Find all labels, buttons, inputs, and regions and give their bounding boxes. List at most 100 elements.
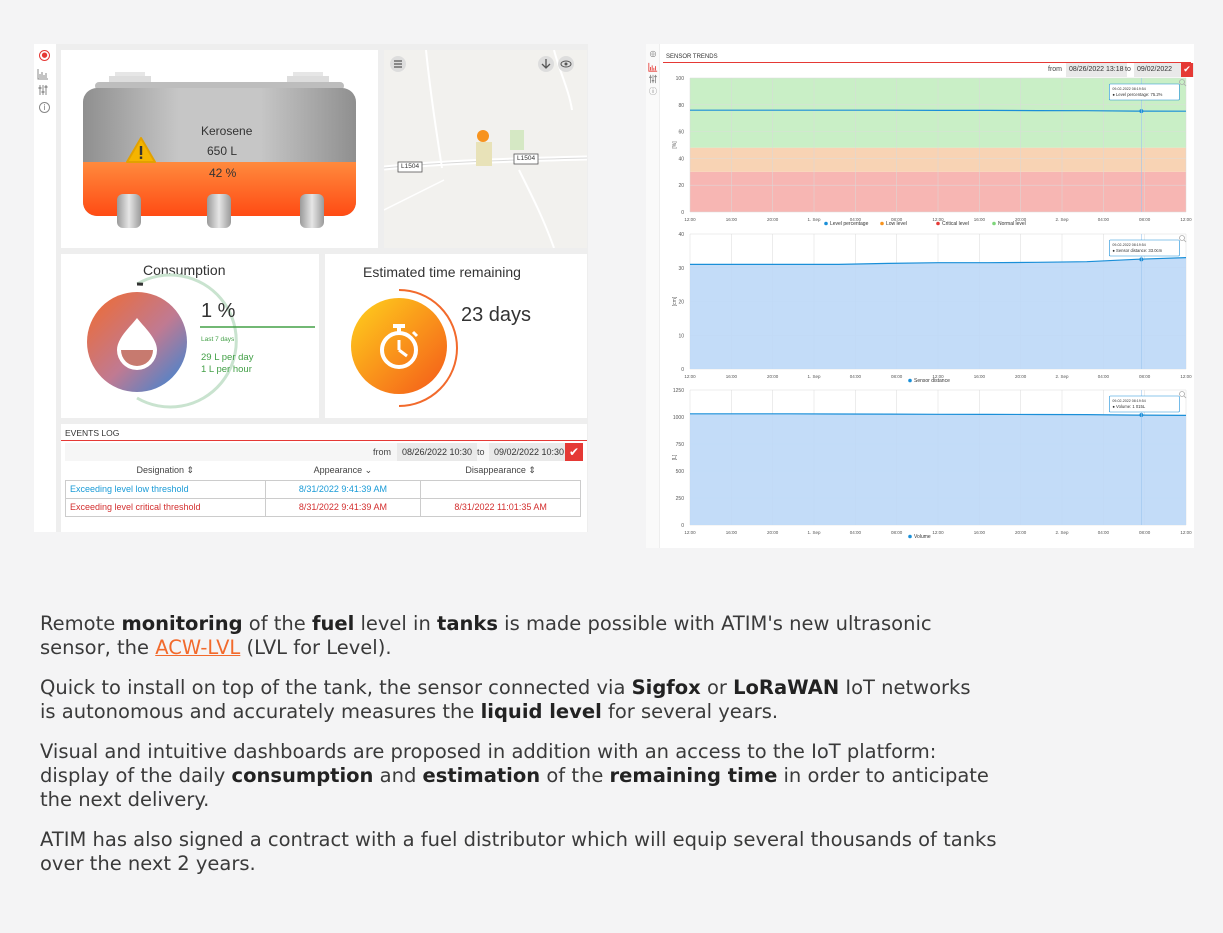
article-text-run: ATIM has also signed a contract with a f…	[40, 828, 997, 851]
events-to-date[interactable]: 09/02/2022 10:30	[489, 443, 570, 461]
article-text-run: Visual and intuitive dashboards are prop…	[40, 740, 937, 763]
map-card: L1504 L1504	[384, 50, 587, 248]
table-row[interactable]: Exceeding level low threshold 8/31/2022 …	[65, 479, 581, 499]
y-axis-label: [L]	[672, 454, 678, 460]
x-tick-label: 04:00	[850, 374, 862, 379]
article-text-run: for several years.	[601, 700, 779, 723]
article-text-run: is made possible with ATIM's new ultraso…	[497, 612, 932, 635]
zoom-icon	[1183, 395, 1187, 399]
remaining-time-card: Estimated time remaining 23 days	[325, 254, 587, 418]
y-tick-label: 0	[681, 367, 684, 373]
tooltip-value: ● Volume: 1 015L	[1112, 404, 1145, 409]
article-line: display of the daily consumption and est…	[40, 764, 1190, 789]
consumption-per-hour: 1 L per hour	[201, 364, 252, 375]
tooltip-value: ● Sensor distance: 33.0cm	[1112, 248, 1162, 253]
article-line: Remote monitoring of the fuel level in t…	[40, 612, 1190, 637]
chart-icon[interactable]	[37, 68, 49, 80]
table-row[interactable]: Exceeding level critical threshold 8/31/…	[65, 497, 581, 517]
x-tick-label: 08:00	[891, 374, 903, 379]
map-road-label: L1504	[401, 163, 420, 170]
consumption-period: Last 7 days	[201, 336, 235, 343]
x-tick-label: 20:00	[767, 374, 779, 379]
x-tick-label: 08:00	[1139, 217, 1151, 222]
x-tick-label: 04:00	[1098, 374, 1110, 379]
x-tick-label: 04:00	[1098, 530, 1110, 535]
tooltip-date: 09-02-2022 08:19:54	[1112, 399, 1145, 403]
y-tick-label: 60	[678, 130, 684, 136]
events-apply-button[interactable]: ✔	[565, 443, 583, 461]
sensor-trends-screenshot: ◎ ⓘ SENSOR TRENDS from 08/26/2022 13:18 …	[646, 44, 1194, 548]
article-text-run: or	[700, 676, 734, 699]
dashboard-sidebar: ● i	[34, 44, 56, 532]
map-view[interactable]	[384, 50, 587, 248]
y-axis-label: [%]	[672, 141, 678, 149]
events-table-header: Designation ⇕ Appearance ⌄ Disappearance…	[66, 462, 581, 480]
x-tick-label: 08:00	[891, 530, 903, 535]
x-tick-label: 12:00	[1180, 374, 1192, 379]
events-from-date[interactable]: 08/26/2022 10:30	[397, 443, 478, 461]
legend-marker	[908, 534, 912, 539]
column-designation[interactable]: Designation ⇕	[66, 462, 266, 480]
trends-charts: 02040608010012:00 16:00 20:00 1. Sep 04:00 08…	[672, 76, 1192, 540]
x-tick-label: 16:00	[974, 530, 986, 535]
y-tick-label: 20	[678, 300, 684, 306]
x-tick-label: 12:00	[684, 374, 696, 379]
x-tick-label: 20:00	[1015, 374, 1027, 379]
article-text-run: Remote	[40, 612, 122, 635]
x-tick-label: 12:00	[1180, 217, 1192, 222]
x-tick-label: 2. Sep	[1055, 530, 1069, 535]
legend-label: Critical level	[942, 221, 969, 227]
article-emphasis: estimation	[422, 764, 541, 787]
events-log-card: EVENTS LOG from 08/26/2022 10:30 to 09/0…	[61, 424, 587, 532]
x-tick-label: 12:00	[1180, 530, 1192, 535]
legend-label: Level percentage	[830, 221, 869, 227]
article-line: over the next 2 years.	[40, 852, 1190, 877]
legend-marker	[824, 221, 828, 226]
legend-label: Low level	[886, 221, 907, 227]
x-tick-label: 20:00	[767, 530, 779, 535]
article-line: is autonomous and accurately measures th…	[40, 700, 1190, 725]
column-disappearance[interactable]: Disappearance ⇕	[421, 462, 581, 480]
y-tick-label: 40	[678, 232, 684, 238]
y-tick-label: 1250	[673, 388, 684, 394]
article-emphasis: Sigfox	[631, 676, 701, 699]
article-emphasis: liquid level	[480, 700, 602, 723]
x-tick-label: 20:00	[767, 217, 779, 222]
column-appearance[interactable]: Appearance ⌄	[265, 462, 421, 480]
gauge-icon[interactable]: ●	[39, 50, 50, 61]
zoom-icon	[1183, 239, 1187, 243]
x-tick-label: 2. Sep	[1055, 374, 1069, 379]
y-tick-label: 0	[681, 523, 684, 529]
y-tick-label: 30	[678, 266, 684, 272]
x-tick-label: 16:00	[726, 374, 738, 379]
article-text-run: sensor, the	[40, 636, 156, 659]
settings-sliders-icon[interactable]	[37, 84, 49, 96]
info-icon[interactable]: i	[39, 102, 50, 113]
tank-location-marker	[477, 130, 489, 142]
events-title: EVENTS LOG	[65, 428, 120, 438]
article-emphasis: monitoring	[121, 612, 243, 635]
article-emphasis: LoRaWAN	[733, 676, 840, 699]
tooltip-value: ● Level percentage: 75.2%	[1112, 92, 1162, 97]
article-text-run: (LVL for Level).	[240, 636, 392, 659]
article-text-run: the next delivery.	[40, 788, 210, 811]
acw-lvl-link[interactable]: ACW-LVL	[155, 636, 240, 659]
series-area	[690, 413, 1186, 525]
consumption-percent: 1 %	[201, 300, 236, 322]
x-tick-label: 16:00	[726, 530, 738, 535]
dashboard-screenshot: ● i Kerosene 650 L 42 % L1504 L1504 Cons…	[34, 44, 588, 532]
remaining-value: 23 days	[461, 304, 532, 326]
article-emphasis: fuel	[312, 612, 355, 635]
events-title-underline	[61, 440, 587, 441]
x-tick-label: 1. Sep	[807, 530, 821, 535]
y-tick-label: 80	[678, 103, 684, 109]
legend-marker	[936, 221, 940, 226]
x-tick-label: 16:00	[726, 217, 738, 222]
y-tick-label: 20	[678, 183, 684, 189]
article-text-run: is autonomous and accurately measures th…	[40, 700, 481, 723]
article-text-run: in order to anticipate	[777, 764, 989, 787]
event-disappearance	[420, 479, 581, 499]
article-text-run: and	[373, 764, 423, 787]
x-tick-label: 1. Sep	[807, 217, 821, 222]
events-to-label: to	[477, 447, 485, 457]
